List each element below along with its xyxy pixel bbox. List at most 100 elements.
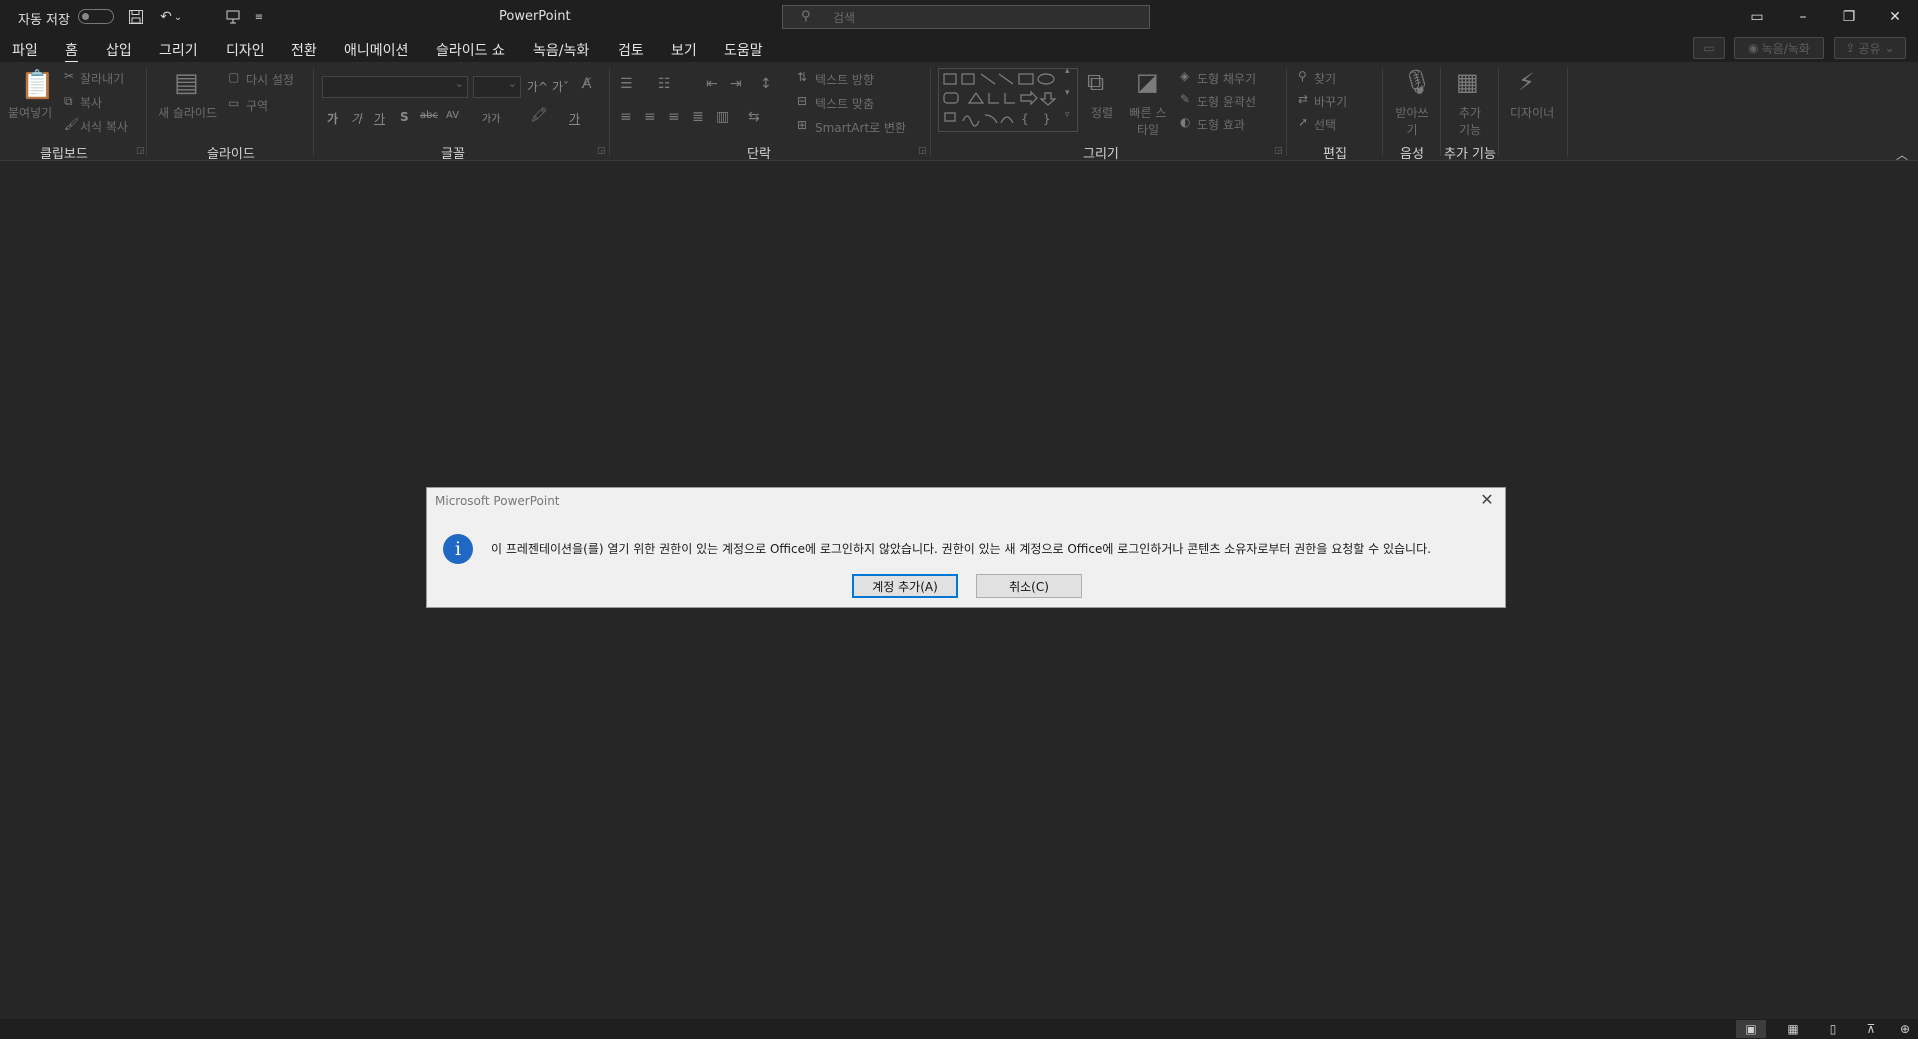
justify-icon[interactable]: ≣ <box>692 109 704 125</box>
tab-view[interactable]: 보기 <box>671 40 697 60</box>
paragraph-direction-icon[interactable]: ⇆ <box>748 109 760 125</box>
slide-sorter-icon[interactable]: ▦ <box>1778 1020 1808 1038</box>
dictate-button[interactable]: 받아쓰기 <box>1395 104 1429 138</box>
fit-to-window-icon[interactable]: ⊕ <box>1890 1020 1918 1038</box>
paste-label[interactable]: 붙여넣기 <box>8 104 52 121</box>
highlight-icon[interactable]: 🖍 <box>530 107 548 123</box>
bold-button[interactable]: 가 <box>327 110 338 127</box>
align-text-button[interactable]: 텍스트 맞춤 <box>815 95 874 112</box>
replace-button[interactable]: 바꾸기 <box>1314 93 1347 110</box>
search-box[interactable]: ⚲ 검색 <box>782 5 1150 29</box>
shapes-gallery[interactable]: {} <box>938 68 1078 132</box>
align-center-icon[interactable]: ≡ <box>644 109 656 125</box>
reading-view-icon[interactable]: ▯ <box>1818 1020 1848 1038</box>
new-slide-icon[interactable]: ▤ <box>174 68 199 98</box>
bullets-icon[interactable]: ☰ <box>620 76 633 92</box>
customize-qat-icon[interactable]: ≡ <box>252 6 266 28</box>
clear-formatting-icon[interactable]: A̸ <box>582 76 592 92</box>
dialog-launcher-icon[interactable]: ◲ <box>136 146 145 156</box>
arrange-icon[interactable]: ⧉ <box>1087 68 1104 96</box>
minimize-icon[interactable]: – <box>1780 0 1826 34</box>
autosave-toggle[interactable] <box>78 9 114 24</box>
increase-indent-icon[interactable]: ⇥ <box>730 76 742 92</box>
gallery-scroll-up-icon[interactable]: ▴ <box>1065 66 1070 76</box>
tab-record[interactable]: 녹음/녹화 <box>533 40 589 60</box>
designer-button[interactable]: 디자이너 <box>1510 104 1554 121</box>
tab-draw[interactable]: 그리기 <box>159 40 198 60</box>
close-window-icon[interactable]: ✕ <box>1872 0 1918 34</box>
designer-icon[interactable]: ⚡ <box>1518 68 1535 96</box>
font-color-button[interactable]: 가 <box>569 110 580 127</box>
cut-button[interactable]: 잘라내기 <box>80 70 124 87</box>
present-from-start-icon[interactable] <box>222 6 244 28</box>
tab-animations[interactable]: 애니메이션 <box>344 40 408 60</box>
microphone-icon[interactable]: 🎙 <box>1402 68 1432 96</box>
tab-slideshow[interactable]: 슬라이드 쇼 <box>436 40 505 60</box>
gallery-more-icon[interactable]: ▿ <box>1065 110 1070 120</box>
italic-button[interactable]: 가 <box>351 110 362 127</box>
close-icon[interactable]: ✕ <box>1477 490 1497 510</box>
smartart-button[interactable]: SmartArt로 변환 <box>815 119 906 136</box>
dialog-launcher-icon[interactable]: ◲ <box>1274 146 1283 156</box>
slideshow-icon[interactable]: ⊼ <box>1856 1020 1886 1038</box>
shape-fill-button[interactable]: 도형 채우기 <box>1197 70 1256 87</box>
shape-outline-button[interactable]: 도형 윤곽선 <box>1197 93 1256 110</box>
grow-font-button[interactable]: 가^ <box>527 78 548 95</box>
shadow-button[interactable]: S <box>400 110 409 124</box>
record-button[interactable]: ◉ 녹음/녹화 <box>1734 37 1824 59</box>
save-icon[interactable] <box>125 6 147 28</box>
collapse-ribbon-icon[interactable]: ︿ <box>1896 146 1908 163</box>
add-account-button[interactable]: 계정 추가(A) <box>852 574 958 598</box>
line-spacing-icon[interactable]: ↕ <box>760 76 772 92</box>
normal-view-icon[interactable]: ▣ <box>1736 1020 1766 1038</box>
font-size-combo[interactable] <box>473 76 521 98</box>
select-button[interactable]: 선택 <box>1314 116 1336 133</box>
columns-icon[interactable]: ▥ <box>716 109 729 125</box>
font-family-combo[interactable] <box>322 76 468 98</box>
tab-insert[interactable]: 삽입 <box>106 40 132 60</box>
quick-styles-button[interactable]: 빠른 스타일 <box>1126 104 1170 138</box>
tab-file[interactable]: 파일 <box>12 40 38 60</box>
arrange-button[interactable]: 정렬 <box>1091 104 1113 121</box>
addins-button[interactable]: 추가 기능 <box>1454 104 1486 138</box>
new-slide-button[interactable]: 새 슬라이드 <box>158 104 217 121</box>
tab-design[interactable]: 디자인 <box>226 40 265 60</box>
decrease-indent-icon[interactable]: ⇤ <box>706 76 718 92</box>
cancel-button[interactable]: 취소(C) <box>976 574 1082 598</box>
share-button[interactable]: ⇪ 공유 ⌄ <box>1834 37 1906 59</box>
underline-button[interactable]: 가 <box>374 110 385 127</box>
section-button[interactable]: 구역 <box>246 97 268 114</box>
shrink-font-button[interactable]: 가ˇ <box>552 78 569 95</box>
ribbon-display-options-icon[interactable]: ▭ <box>1734 0 1780 34</box>
dialog-launcher-icon[interactable]: ◲ <box>918 146 927 156</box>
align-right-icon[interactable]: ≡ <box>668 109 680 125</box>
svg-text:}: } <box>1043 112 1051 126</box>
paste-icon[interactable]: 📋 <box>20 68 55 101</box>
dialog-title: Microsoft PowerPoint <box>435 494 560 508</box>
change-case-button[interactable]: 가가 <box>482 110 500 125</box>
shape-effects-button[interactable]: 도형 효과 <box>1197 116 1245 133</box>
align-left-icon[interactable]: ≡ <box>620 109 632 125</box>
undo-dropdown-icon[interactable]: ⌄ <box>171 6 185 28</box>
group-label-paragraph: 단락 <box>747 147 771 162</box>
comments-button[interactable]: ▭ <box>1693 37 1725 59</box>
tab-home[interactable]: 홈 <box>65 40 78 63</box>
find-button[interactable]: 찾기 <box>1314 70 1336 87</box>
gallery-scroll-down-icon[interactable]: ▾ <box>1065 88 1070 98</box>
numbering-icon[interactable]: ☷ <box>658 76 671 92</box>
quick-styles-icon[interactable]: ◪ <box>1136 68 1159 96</box>
character-spacing-button[interactable]: AV <box>446 110 459 121</box>
reset-button[interactable]: 다시 설정 <box>246 71 294 88</box>
addins-icon[interactable]: ▦ <box>1456 68 1479 96</box>
chevron-down-icon: ⌄ <box>1884 41 1895 55</box>
text-direction-button[interactable]: 텍스트 방향 <box>815 71 874 88</box>
copy-button[interactable]: 복사 <box>80 94 102 111</box>
tab-review[interactable]: 검토 <box>618 40 644 60</box>
dialog-launcher-icon[interactable]: ◲ <box>597 146 606 156</box>
tab-help[interactable]: 도움말 <box>724 40 763 60</box>
group-label-slides: 슬라이드 <box>207 147 255 162</box>
restore-icon[interactable]: ❐ <box>1826 0 1872 34</box>
tab-transitions[interactable]: 전환 <box>291 40 317 60</box>
strikethrough-button[interactable]: abc <box>420 110 438 121</box>
format-painter-button[interactable]: 서식 복사 <box>80 118 128 135</box>
